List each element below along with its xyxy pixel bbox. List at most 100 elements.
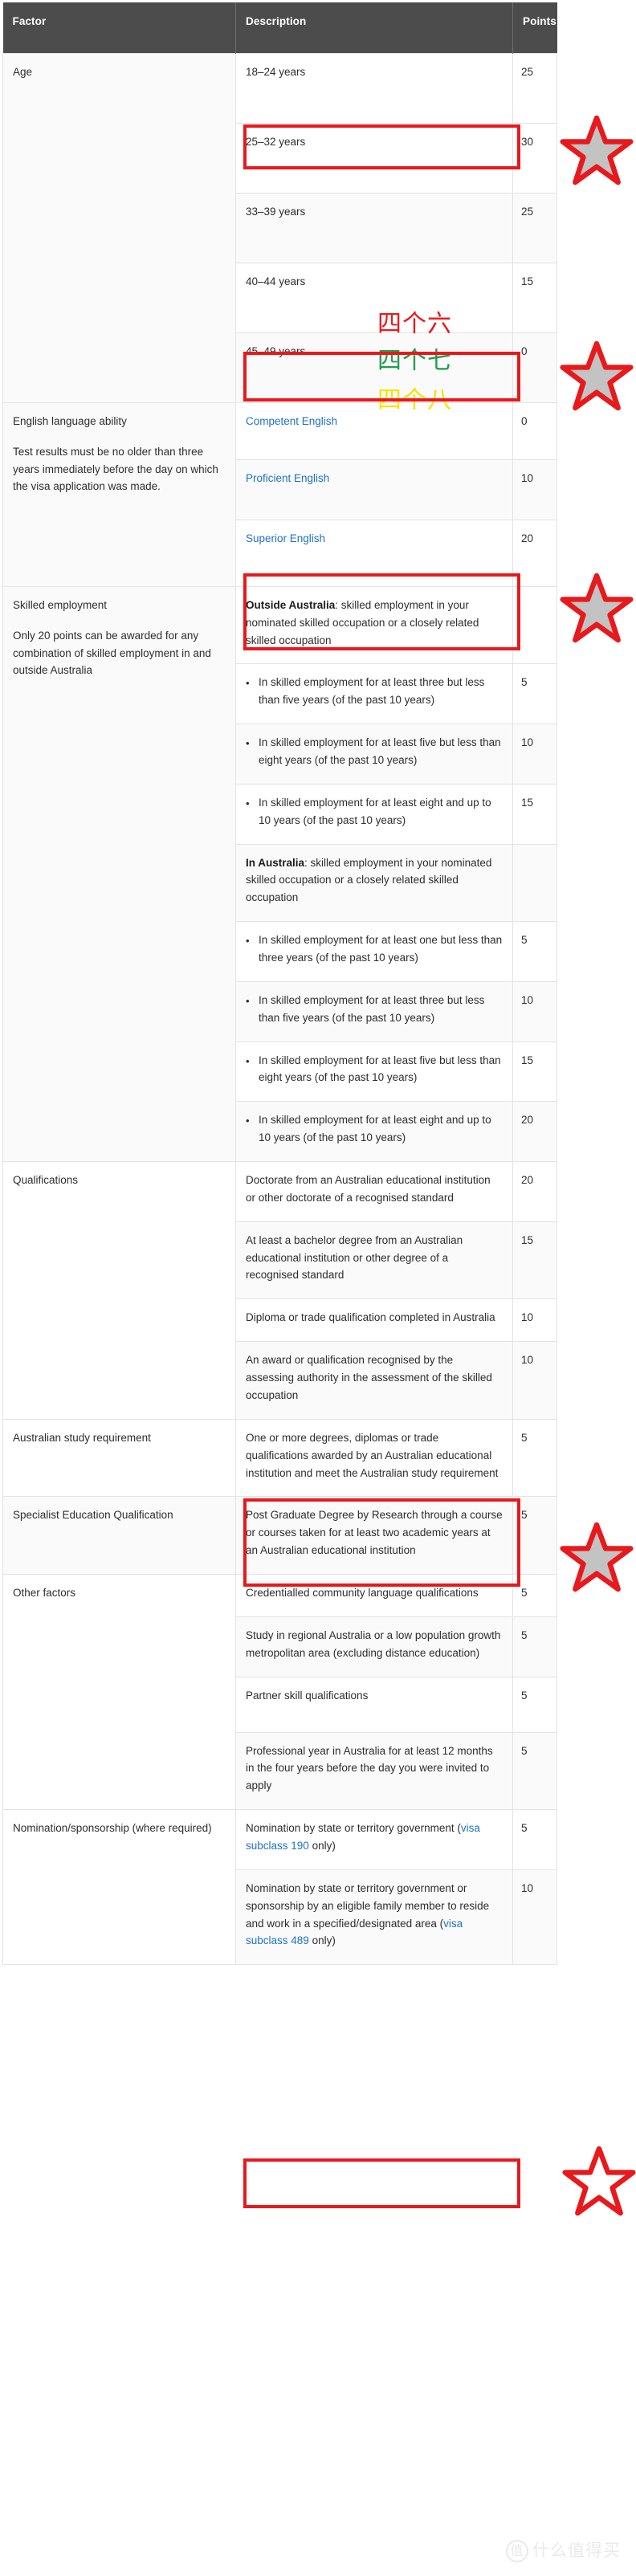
description-link-superior-english[interactable]: Superior English [246,532,325,544]
column-header-points: Points [512,2,557,54]
points-cell: 10 [512,723,557,785]
table-row: Australian study requirement One or more… [2,1418,557,1498]
points-test-page: Factor Description Points Age 18–24 year… [0,0,636,2576]
points-cell: 10 [512,980,557,1042]
description-text: 25–32 years [246,135,306,148]
description-text: Professional year in Australia for at le… [246,1744,493,1792]
factor-label: English language ability [13,414,127,427]
description-cell: Partner skill qualifications [235,1676,513,1733]
table-header-row: Factor Description Points [2,2,557,54]
description-text: 33–39 years [246,205,306,218]
table-row: Nomination/sponsorship (where required) … [2,1809,557,1966]
description-text: In skilled employment for at least one b… [259,934,503,964]
factor-cell-skilled-employment: Skilled employment Only 20 points can be… [2,585,236,1163]
points-cell: 5 [512,1809,557,1870]
points-cell: 30 [512,122,557,194]
bullet-icon: • [246,1115,250,1127]
description-text: Study in regional Australia or a low pop… [246,1628,501,1659]
description-text: Doctorate from an Australian educational… [246,1174,491,1204]
description-cell: Outside Australia: skilled employment in… [235,585,513,665]
description-cell: • In skilled employment for at least fiv… [235,723,513,785]
bullet-icon: • [246,1054,250,1067]
points-cell: 20 [512,519,557,587]
points-cell [512,585,557,665]
table-header: Factor Description Points [2,2,557,54]
points-cell: 5 [512,1616,557,1677]
description-text: Nomination by state or territory governm… [246,1822,461,1835]
factor-label: Skilled employment [13,598,108,611]
description-cell: • In skilled employment for at least fiv… [235,1041,513,1103]
factor-note: Only 20 points can be awarded for any co… [13,629,211,677]
factor-label: Specialist Education Qualification [13,1509,173,1522]
description-cell: An award or qualification recognised by … [235,1341,513,1420]
description-link-proficient-english[interactable]: Proficient English [246,472,329,484]
description-cell: One or more degrees, diplomas or trade q… [235,1418,513,1498]
star-icon [560,1522,634,1592]
description-text: 18–24 years [246,65,306,78]
watermark-logo-icon: 值 [506,2540,528,2562]
points-cell: 5 [512,1573,557,1617]
points-cell: 0 [512,401,557,460]
star-icon [560,340,634,411]
column-header-description: Description [235,2,513,54]
factor-label: Other factors [13,1586,76,1599]
bullet-icon: • [246,737,250,750]
description-cell: • In skilled employment for at least thr… [235,663,513,725]
description-text: One or more degrees, diplomas or trade q… [246,1431,499,1479]
table-row: English language ability Test results mu… [2,401,557,587]
bullet-icon: • [246,994,250,1007]
description-text: In skilled employment for at least five … [259,1054,501,1084]
description-link-competent-english[interactable]: Competent English [246,415,337,427]
points-cell: 0 [512,332,557,403]
factor-cell-specialist-education: Specialist Education Qualification [2,1496,236,1575]
points-cell: 5 [512,1496,557,1575]
factor-label: Age [13,65,33,78]
factor-cell-age: Age [2,52,236,403]
description-cell: At least a bachelor degree from an Austr… [235,1221,513,1300]
points-cell: 10 [512,1341,557,1420]
description-cell: Study in regional Australia or a low pop… [235,1616,513,1677]
points-cell: 15 [512,1221,557,1300]
description-cell: • In skilled employment for at least eig… [235,783,513,845]
points-cell: 10 [512,1298,557,1343]
description-text: Diploma or trade qualification completed… [246,1311,495,1324]
table-row: Qualifications Doctorate from an Austral… [2,1161,557,1420]
description-cell: 18–24 years [235,52,513,124]
description-text: In skilled employment for at least eight… [259,796,491,826]
star-marker-qualifications [560,1522,634,1596]
description-cell: Credentialled community language qualifi… [235,1573,513,1617]
column-header-factor: Factor [2,2,236,54]
description-cell: • In skilled employment for at least eig… [235,1101,513,1163]
description-text: At least a bachelor degree from an Austr… [246,1233,463,1282]
description-cell: Professional year in Australia for at le… [235,1731,513,1811]
description-cell: 45–49 years [235,332,513,403]
star-marker-age [560,115,634,190]
description-text: Partner skill qualifications [246,1689,369,1702]
description-cell: • In skilled employment for at least thr… [235,980,513,1042]
watermark: 值什么值得买 [506,2537,621,2562]
points-cell: 5 [512,1676,557,1733]
description-text-suffix: only) [308,1839,336,1852]
factor-cell-english: English language ability Test results mu… [2,401,236,587]
description-cell: Doctorate from an Australian educational… [235,1161,513,1222]
description-cell: Nomination by state or territory governm… [235,1869,513,1966]
description-cell: Diploma or trade qualification completed… [235,1298,513,1343]
points-cell: 15 [512,783,557,845]
bullet-icon: • [246,935,250,948]
description-cell: Proficient English [235,459,513,520]
points-cell: 5 [512,1418,557,1498]
factor-label: Australian study requirement [13,1431,151,1444]
description-text: In skilled employment for at least eight… [259,1114,491,1144]
description-text: Post Graduate Degree by Research through… [246,1509,503,1557]
points-cell: 20 [512,1101,557,1163]
table-body: Age 18–24 years 25 25–32 years 30 33–39 … [2,52,557,1966]
points-cell: 15 [512,262,557,333]
description-cell: 25–32 years [235,122,513,194]
factor-label: Nomination/sponsorship (where required) [13,1822,212,1835]
description-text-suffix: only) [308,1934,336,1947]
description-cell: Superior English [235,519,513,587]
points-cell [512,843,557,923]
table-row: Age 18–24 years 25 [2,52,557,403]
points-table: Factor Description Points Age 18–24 year… [2,2,557,1966]
description-label: In Australia [246,856,305,869]
